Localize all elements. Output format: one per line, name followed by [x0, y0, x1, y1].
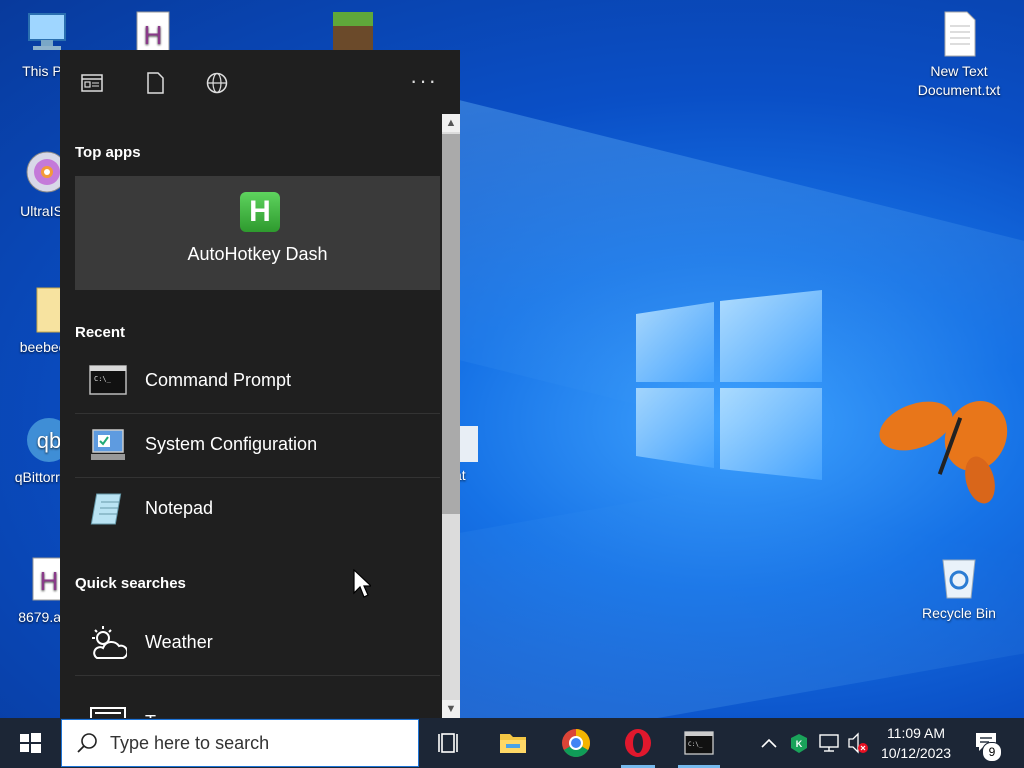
- ahk-icon: H: [240, 192, 280, 232]
- documents-tab-icon[interactable]: [144, 72, 166, 94]
- svg-text:C:\_: C:\_: [94, 375, 112, 383]
- recent-item-label: Command Prompt: [145, 370, 292, 390]
- weather-icon: [92, 626, 127, 659]
- text-file-icon: [944, 11, 976, 57]
- notification-count-badge: 9: [982, 742, 1002, 762]
- more-options-button[interactable]: ···: [410, 68, 438, 94]
- svg-text:qb: qb: [37, 428, 61, 453]
- desktop-icon-recycle-bin[interactable]: Recycle Bin: [912, 552, 1006, 623]
- recycle-bin-icon: [942, 559, 976, 599]
- desktop-icon-label-line2: Document.txt: [917, 82, 1001, 98]
- quick-search-label: Weather: [145, 632, 213, 652]
- top-app-tile[interactable]: H AutoHotkey Dash: [75, 176, 440, 290]
- quick-search-item[interactable]: T: [75, 698, 440, 718]
- desktop-icon-label: Recycle Bin: [922, 605, 996, 621]
- taskbar-clock[interactable]: 11:09 AM 10/12/2023: [872, 723, 960, 763]
- svg-text:C:\_: C:\_: [688, 741, 703, 748]
- web-tab-icon[interactable]: [206, 72, 228, 94]
- top-app-label: AutoHotkey Dash: [187, 244, 328, 264]
- network-icon[interactable]: [816, 718, 842, 768]
- action-center-button[interactable]: 9: [968, 718, 1024, 768]
- recent-item-label: Notepad: [145, 498, 214, 518]
- start-button-windows-icon[interactable]: [0, 718, 60, 768]
- search-input[interactable]: [110, 731, 400, 755]
- svg-text:H: H: [144, 20, 163, 50]
- top-apps-heading: Top apps: [75, 144, 141, 161]
- notepad-icon: [90, 493, 122, 525]
- scroll-down-arrow-icon[interactable]: ▼: [442, 700, 460, 718]
- mouse-cursor-icon: [353, 569, 371, 598]
- svg-text:H: H: [40, 566, 59, 596]
- desktop-icon-new-text-document[interactable]: New Text Document.txt: [912, 10, 1006, 100]
- taskbar-search-box[interactable]: [61, 719, 419, 767]
- volume-muted-icon[interactable]: [846, 718, 872, 768]
- clock-date: 10/12/2023: [880, 745, 952, 761]
- windows-logo-wallpaper: [636, 290, 822, 480]
- opera-icon[interactable]: [613, 718, 663, 768]
- chrome-icon[interactable]: [551, 718, 601, 768]
- show-hidden-icons-chevron-icon[interactable]: [758, 718, 780, 768]
- msconfig-icon: [91, 429, 125, 460]
- command-prompt-taskbar-icon[interactable]: C:\_: [674, 718, 724, 768]
- recent-heading: Recent: [75, 324, 126, 341]
- flyout-scrollbar[interactable]: ▲ ▼: [440, 114, 460, 718]
- quick-search-item[interactable]: Weather: [75, 612, 440, 676]
- scroll-up-arrow-icon[interactable]: ▲: [442, 114, 460, 132]
- desktop-icon-label-line1: New Text: [930, 63, 988, 79]
- taskbar: C:\_ K 11:09 AM 10/12/2023 9: [0, 718, 1024, 768]
- cmd-icon: C:\_: [89, 365, 127, 395]
- recent-item[interactable]: Notepad: [75, 478, 440, 541]
- recent-item-label: System Configuration: [145, 434, 318, 454]
- apps-tab-icon[interactable]: [81, 72, 103, 94]
- flyout-toolbar: ···: [60, 50, 460, 114]
- butterfly-decoration: [879, 400, 1008, 504]
- task-view-icon[interactable]: [425, 718, 475, 768]
- news-icon: [90, 707, 126, 718]
- search-icon: [77, 733, 97, 753]
- svg-text:K: K: [796, 739, 803, 749]
- file-explorer-icon[interactable]: [488, 718, 538, 768]
- kaspersky-tray-icon[interactable]: K: [788, 718, 810, 768]
- clock-time: 11:09 AM: [886, 725, 946, 741]
- recent-item[interactable]: System Configuration: [75, 414, 440, 478]
- scrollbar-thumb[interactable]: [442, 134, 460, 514]
- recent-item[interactable]: C:\_ Command Prompt: [75, 350, 440, 414]
- quick-searches-heading: Quick searches: [75, 575, 186, 592]
- search-flyout: ··· Top apps H AutoHotkey Dash Recent C:…: [60, 50, 460, 718]
